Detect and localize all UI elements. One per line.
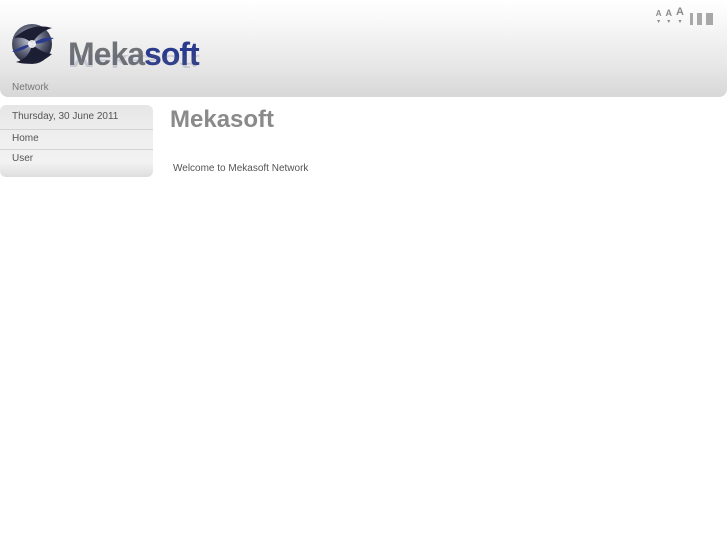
arrow-down-icon: ▾ xyxy=(667,19,671,25)
page-title: Mekasoft xyxy=(170,106,275,133)
sidebar-item-label: User xyxy=(12,153,34,164)
font-size-medium-glyph: A xyxy=(665,8,673,18)
logo-reflection-meka: Meka xyxy=(68,51,145,72)
header-banner: Mekasoft Mekasoft Network A ▾ A ▾ A ▾ xyxy=(0,0,727,97)
current-date: Thursday, 30 June 2011 xyxy=(12,111,119,122)
medium-width-icon[interactable] xyxy=(697,13,702,25)
font-size-small-control[interactable]: A ▾ xyxy=(655,9,662,26)
font-size-large-glyph: A xyxy=(676,6,684,18)
sidebar-item-label: Home xyxy=(12,133,39,144)
site-logo[interactable]: Mekasoft Mekasoft xyxy=(8,14,200,78)
welcome-text: Welcome to Mekasoft Network xyxy=(173,163,309,174)
wide-width-icon[interactable] xyxy=(706,13,713,25)
sidebar-item-home[interactable]: Home xyxy=(0,129,153,149)
logo-reflection: Mekasoft xyxy=(68,51,199,72)
font-size-large-control[interactable]: A ▾ xyxy=(676,6,684,26)
swirl-logo-icon xyxy=(12,24,54,64)
font-size-medium-control[interactable]: A ▾ xyxy=(665,8,673,26)
display-size-controls: A ▾ A ▾ A ▾ xyxy=(655,6,713,26)
header-nav-network[interactable]: Network xyxy=(12,82,49,93)
logo-reflection-soft: soft xyxy=(144,51,199,72)
arrow-down-icon: ▾ xyxy=(657,19,661,25)
narrow-width-icon[interactable] xyxy=(690,13,693,25)
sidebar: Thursday, 30 June 2011 Home User xyxy=(0,105,153,177)
arrow-down-icon: ▾ xyxy=(678,19,682,25)
font-size-small-glyph: A xyxy=(655,9,662,18)
sidebar-item-user[interactable]: User xyxy=(0,149,153,169)
